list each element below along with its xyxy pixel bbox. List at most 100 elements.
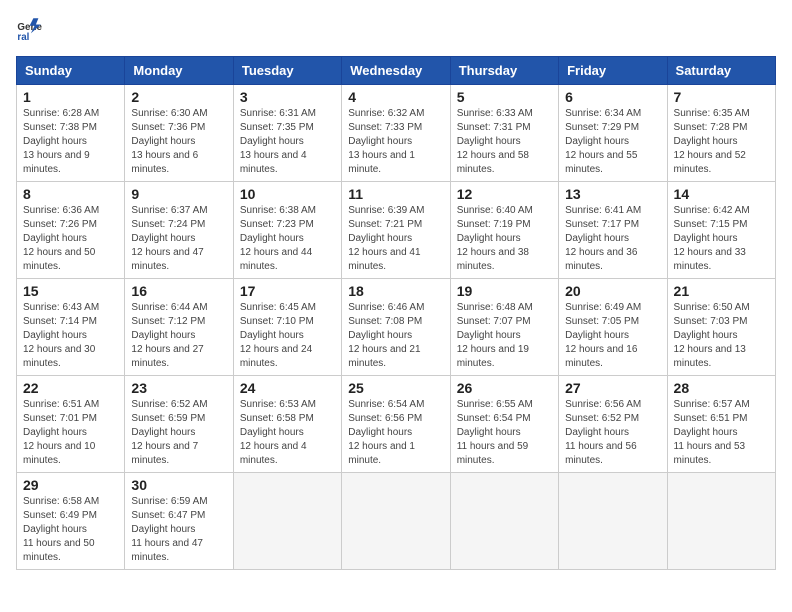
day-detail: Sunrise: 6:34 AM Sunset: 7:29 PM Dayligh… [565,107,660,177]
day-detail: Sunrise: 6:37 AM Sunset: 7:24 PM Dayligh… [131,204,226,274]
day-number: 23 [131,380,226,396]
day-number: 16 [131,283,226,299]
calendar-cell [667,473,775,570]
calendar-cell: 9 Sunrise: 6:37 AM Sunset: 7:24 PM Dayli… [125,182,233,279]
day-detail: Sunrise: 6:32 AM Sunset: 7:33 PM Dayligh… [348,107,443,177]
day-number: 22 [23,380,118,396]
logo-icon: Gene ral [16,16,44,44]
calendar-cell: 22 Sunrise: 6:51 AM Sunset: 7:01 PM Dayl… [17,376,125,473]
logo: Gene ral [16,16,48,44]
day-detail: Sunrise: 6:48 AM Sunset: 7:07 PM Dayligh… [457,301,552,371]
calendar-cell: 26 Sunrise: 6:55 AM Sunset: 6:54 PM Dayl… [450,376,558,473]
day-detail: Sunrise: 6:46 AM Sunset: 7:08 PM Dayligh… [348,301,443,371]
header-thursday: Thursday [450,57,558,85]
day-number: 21 [674,283,769,299]
day-number: 20 [565,283,660,299]
calendar-cell: 10 Sunrise: 6:38 AM Sunset: 7:23 PM Dayl… [233,182,341,279]
day-number: 9 [131,186,226,202]
header-sunday: Sunday [17,57,125,85]
day-detail: Sunrise: 6:39 AM Sunset: 7:21 PM Dayligh… [348,204,443,274]
header-friday: Friday [559,57,667,85]
svg-text:ral: ral [17,32,29,43]
calendar-cell: 5 Sunrise: 6:33 AM Sunset: 7:31 PM Dayli… [450,85,558,182]
calendar-cell: 18 Sunrise: 6:46 AM Sunset: 7:08 PM Dayl… [342,279,450,376]
day-detail: Sunrise: 6:33 AM Sunset: 7:31 PM Dayligh… [457,107,552,177]
day-number: 10 [240,186,335,202]
calendar-cell: 23 Sunrise: 6:52 AM Sunset: 6:59 PM Dayl… [125,376,233,473]
calendar-cell: 11 Sunrise: 6:39 AM Sunset: 7:21 PM Dayl… [342,182,450,279]
day-number: 11 [348,186,443,202]
day-number: 12 [457,186,552,202]
day-detail: Sunrise: 6:56 AM Sunset: 6:52 PM Dayligh… [565,398,660,468]
day-number: 24 [240,380,335,396]
day-number: 1 [23,89,118,105]
day-detail: Sunrise: 6:28 AM Sunset: 7:38 PM Dayligh… [23,107,118,177]
calendar-cell: 3 Sunrise: 6:31 AM Sunset: 7:35 PM Dayli… [233,85,341,182]
day-detail: Sunrise: 6:49 AM Sunset: 7:05 PM Dayligh… [565,301,660,371]
day-detail: Sunrise: 6:40 AM Sunset: 7:19 PM Dayligh… [457,204,552,274]
day-number: 8 [23,186,118,202]
day-detail: Sunrise: 6:45 AM Sunset: 7:10 PM Dayligh… [240,301,335,371]
day-detail: Sunrise: 6:54 AM Sunset: 6:56 PM Dayligh… [348,398,443,468]
calendar-cell: 4 Sunrise: 6:32 AM Sunset: 7:33 PM Dayli… [342,85,450,182]
calendar-cell: 2 Sunrise: 6:30 AM Sunset: 7:36 PM Dayli… [125,85,233,182]
calendar-table: SundayMondayTuesdayWednesdayThursdayFrid… [16,56,776,570]
header-tuesday: Tuesday [233,57,341,85]
day-detail: Sunrise: 6:38 AM Sunset: 7:23 PM Dayligh… [240,204,335,274]
calendar-week-2: 8 Sunrise: 6:36 AM Sunset: 7:26 PM Dayli… [17,182,776,279]
calendar-cell: 6 Sunrise: 6:34 AM Sunset: 7:29 PM Dayli… [559,85,667,182]
calendar-week-1: 1 Sunrise: 6:28 AM Sunset: 7:38 PM Dayli… [17,85,776,182]
day-number: 7 [674,89,769,105]
day-number: 28 [674,380,769,396]
day-detail: Sunrise: 6:36 AM Sunset: 7:26 PM Dayligh… [23,204,118,274]
day-number: 14 [674,186,769,202]
day-number: 18 [348,283,443,299]
calendar-week-5: 29 Sunrise: 6:58 AM Sunset: 6:49 PM Dayl… [17,473,776,570]
day-detail: Sunrise: 6:50 AM Sunset: 7:03 PM Dayligh… [674,301,769,371]
day-number: 4 [348,89,443,105]
day-detail: Sunrise: 6:30 AM Sunset: 7:36 PM Dayligh… [131,107,226,177]
header-saturday: Saturday [667,57,775,85]
day-detail: Sunrise: 6:42 AM Sunset: 7:15 PM Dayligh… [674,204,769,274]
header-monday: Monday [125,57,233,85]
day-number: 29 [23,477,118,493]
calendar-cell: 24 Sunrise: 6:53 AM Sunset: 6:58 PM Dayl… [233,376,341,473]
calendar-cell: 28 Sunrise: 6:57 AM Sunset: 6:51 PM Dayl… [667,376,775,473]
calendar-cell: 16 Sunrise: 6:44 AM Sunset: 7:12 PM Dayl… [125,279,233,376]
day-detail: Sunrise: 6:59 AM Sunset: 6:47 PM Dayligh… [131,495,226,565]
day-detail: Sunrise: 6:53 AM Sunset: 6:58 PM Dayligh… [240,398,335,468]
day-detail: Sunrise: 6:44 AM Sunset: 7:12 PM Dayligh… [131,301,226,371]
day-number: 25 [348,380,443,396]
calendar-cell [233,473,341,570]
day-number: 5 [457,89,552,105]
calendar-week-4: 22 Sunrise: 6:51 AM Sunset: 7:01 PM Dayl… [17,376,776,473]
calendar-cell [559,473,667,570]
page-header: Gene ral [16,16,776,44]
day-detail: Sunrise: 6:35 AM Sunset: 7:28 PM Dayligh… [674,107,769,177]
day-number: 3 [240,89,335,105]
day-number: 6 [565,89,660,105]
calendar-cell: 29 Sunrise: 6:58 AM Sunset: 6:49 PM Dayl… [17,473,125,570]
calendar-cell: 21 Sunrise: 6:50 AM Sunset: 7:03 PM Dayl… [667,279,775,376]
calendar-cell: 7 Sunrise: 6:35 AM Sunset: 7:28 PM Dayli… [667,85,775,182]
day-number: 26 [457,380,552,396]
day-detail: Sunrise: 6:58 AM Sunset: 6:49 PM Dayligh… [23,495,118,565]
calendar-cell: 20 Sunrise: 6:49 AM Sunset: 7:05 PM Dayl… [559,279,667,376]
day-detail: Sunrise: 6:57 AM Sunset: 6:51 PM Dayligh… [674,398,769,468]
calendar-header-row: SundayMondayTuesdayWednesdayThursdayFrid… [17,57,776,85]
day-detail: Sunrise: 6:51 AM Sunset: 7:01 PM Dayligh… [23,398,118,468]
calendar-cell: 13 Sunrise: 6:41 AM Sunset: 7:17 PM Dayl… [559,182,667,279]
day-number: 17 [240,283,335,299]
calendar-cell [342,473,450,570]
calendar-cell: 19 Sunrise: 6:48 AM Sunset: 7:07 PM Dayl… [450,279,558,376]
calendar-cell: 15 Sunrise: 6:43 AM Sunset: 7:14 PM Dayl… [17,279,125,376]
day-number: 13 [565,186,660,202]
day-number: 30 [131,477,226,493]
calendar-cell: 8 Sunrise: 6:36 AM Sunset: 7:26 PM Dayli… [17,182,125,279]
calendar-cell: 25 Sunrise: 6:54 AM Sunset: 6:56 PM Dayl… [342,376,450,473]
day-number: 19 [457,283,552,299]
day-detail: Sunrise: 6:52 AM Sunset: 6:59 PM Dayligh… [131,398,226,468]
calendar-week-3: 15 Sunrise: 6:43 AM Sunset: 7:14 PM Dayl… [17,279,776,376]
day-detail: Sunrise: 6:43 AM Sunset: 7:14 PM Dayligh… [23,301,118,371]
day-number: 2 [131,89,226,105]
